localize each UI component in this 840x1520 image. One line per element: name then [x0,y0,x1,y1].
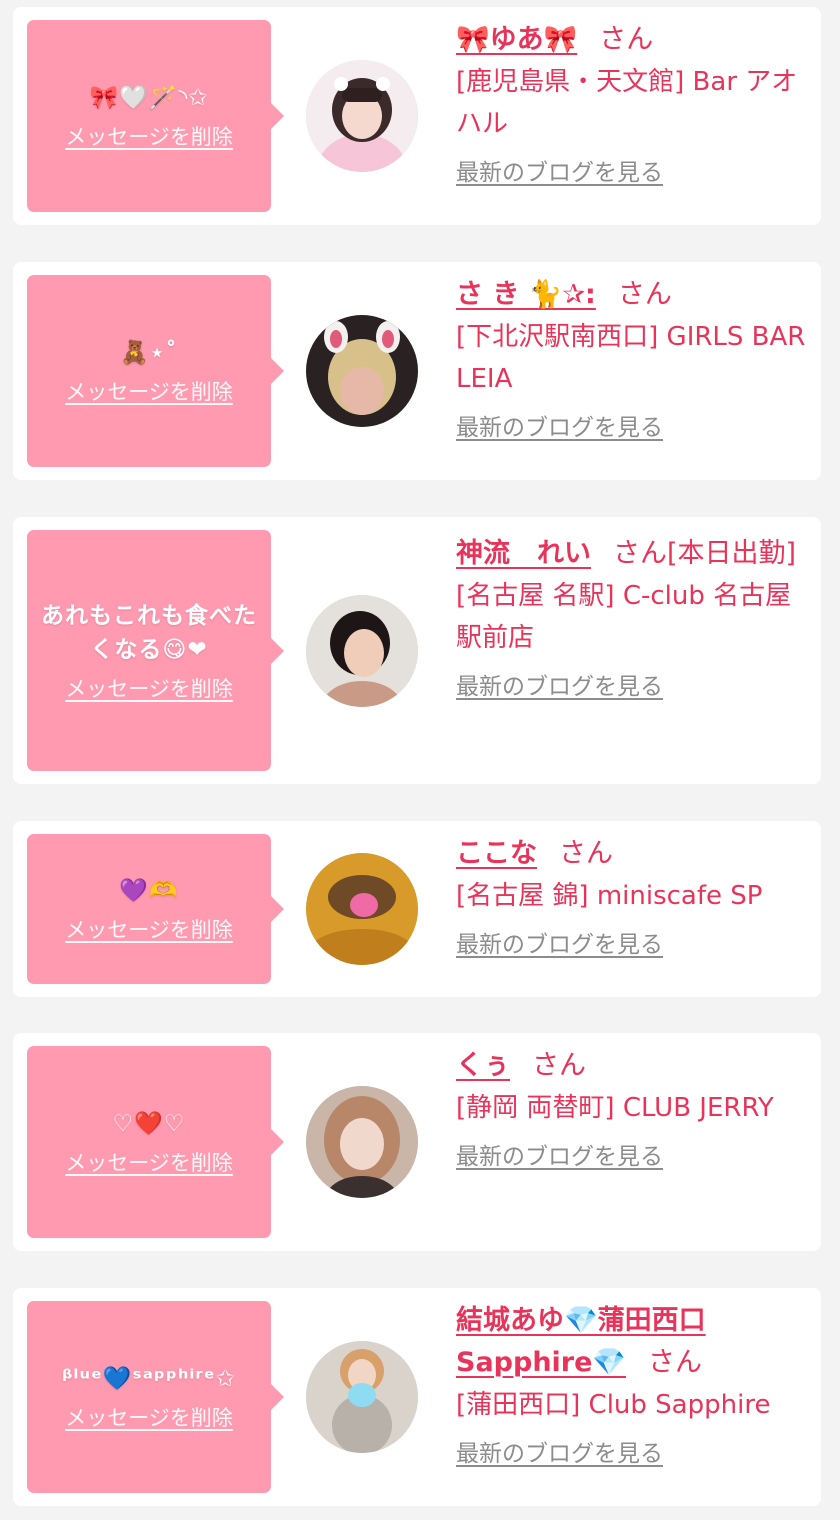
avatar-photo [306,1341,418,1453]
cast-name-link[interactable]: ここな [456,838,537,869]
avatar[interactable] [306,60,418,172]
cast-name-link[interactable]: 神流 れい [456,538,591,569]
delete-message-button[interactable]: メッセージを削除 [65,378,233,406]
latest-blog-link[interactable]: 最新のブログを見る [456,414,663,442]
message-bubble: ᵝˡᵘᵉ💙ˢᵃᵖᵖʰⁱʳᵉ✩ メッセージを削除 [27,1301,284,1493]
message-bubble: 🎀🤍🪄◝✩ メッセージを削除 [27,20,284,212]
delete-message-button[interactable]: メッセージを削除 [65,916,233,944]
shop-name: [名古屋 錦] miniscafe SP [456,881,763,911]
message-card: あれもこれも食べたくなる😋❤ メッセージを削除 神流 れい さん[本日出勤] [名… [13,517,821,784]
latest-blog-link[interactable]: 最新のブログを見る [456,931,663,959]
avatar[interactable] [306,595,418,707]
shop-name: [蒲田西口] Club Sapphire [456,1390,771,1420]
cast-info: 神流 れい さん[本日出勤] [名古屋 名駅] C-club 名古屋駅前店 最新の… [456,533,806,701]
message-card: 🧸⋆˚ メッセージを削除 さ き 🐈✰: さん [下北沢駅南西口] GIRLS B… [13,262,821,480]
latest-blog-link[interactable]: 最新のブログを見る [456,1143,663,1171]
name-row: さ き 🐈✰: さん [456,274,806,316]
shop-name: [名古屋 名駅] C-club 名古屋駅前店 [456,581,792,653]
name-row: 🎀ゆあ🎀 さん [456,19,806,61]
cast-name-link[interactable]: さ き 🐈✰: [456,279,596,310]
avatar[interactable] [306,1341,418,1453]
name-suffix: [本日出勤] [667,538,797,569]
avatar-photo [306,595,418,707]
delete-message-button[interactable]: メッセージを削除 [65,1149,233,1177]
message-bubble: ♡❤️♡ メッセージを削除 [27,1046,284,1238]
message-text: 🧸⋆˚ [120,340,178,366]
message-card: 🎀🤍🪄◝✩ メッセージを削除 🎀ゆあ🎀 さん [鹿児島県・天文館] Bar アオハ… [13,7,821,225]
honorific-label: さん [532,1050,586,1081]
honorific-label: さん [648,1347,703,1378]
avatar[interactable] [306,315,418,427]
latest-blog-link[interactable]: 最新のブログを見る [456,673,663,701]
latest-blog-link[interactable]: 最新のブログを見る [456,159,663,187]
avatar-photo [306,1086,418,1198]
latest-blog-link[interactable]: 最新のブログを見る [456,1440,663,1468]
message-card: 💜🫶 メッセージを削除 ここな さん [名古屋 錦] miniscafe SP 最… [13,821,821,997]
cast-name-link[interactable]: くぅ [456,1050,510,1081]
shop-name: [鹿児島県・天文館] Bar アオハル [456,67,798,139]
message-bubble: 🧸⋆˚ メッセージを削除 [27,275,284,467]
honorific-label: さん [559,838,613,869]
avatar[interactable] [306,1086,418,1198]
cast-name-link[interactable]: 🎀ゆあ🎀 [456,24,577,55]
message-card: ♡❤️♡ メッセージを削除 くぅ さん [静岡 両替町] CLUB JERRY 最… [13,1033,821,1251]
avatar-photo [306,60,418,172]
message-text: ᵝˡᵘᵉ💙ˢᵃᵖᵖʰⁱʳᵉ✩ [62,1366,236,1392]
honorific-label: さん [617,279,672,310]
message-bubble: 💜🫶 メッセージを削除 [27,834,284,984]
avatar[interactable] [306,853,418,965]
delete-message-button[interactable]: メッセージを削除 [65,123,233,151]
message-text: ♡❤️♡ [112,1111,186,1137]
avatar-photo [306,853,418,965]
name-row: ここな さん [456,833,806,875]
message-text: 💜🫶 [119,878,179,904]
delete-message-button[interactable]: メッセージを削除 [65,1404,233,1432]
message-bubble: あれもこれも食べたくなる😋❤ メッセージを削除 [27,530,284,771]
shop-name: [下北沢駅南西口] GIRLS BAR LEIA [456,322,806,394]
shop-name: [静岡 両替町] CLUB JERRY [456,1093,774,1123]
message-card: ᵝˡᵘᵉ💙ˢᵃᵖᵖʰⁱʳᵉ✩ メッセージを削除 結城あゆ💎蒲田西口Sapphir… [13,1288,821,1506]
name-row: くぅ さん [456,1045,806,1087]
cast-info: 🎀ゆあ🎀 さん [鹿児島県・天文館] Bar アオハル 最新のブログを見る [456,19,806,187]
name-row: 結城あゆ💎蒲田西口Sapphire💎 さん [456,1300,806,1384]
cast-info: ここな さん [名古屋 錦] miniscafe SP 最新のブログを見る [456,833,806,959]
name-row: 神流 れい さん[本日出勤] [456,533,806,575]
delete-message-button[interactable]: メッセージを削除 [65,675,233,703]
message-list: 🎀🤍🪄◝✩ メッセージを削除 🎀ゆあ🎀 さん [鹿児島県・天文館] Bar アオハ… [0,0,840,1520]
avatar-photo [306,315,418,427]
honorific-label: さん [613,538,667,569]
cast-info: くぅ さん [静岡 両替町] CLUB JERRY 最新のブログを見る [456,1045,806,1171]
message-text: あれもこれも食べたくなる😋❤ [41,602,257,663]
honorific-label: さん [599,24,654,55]
cast-info: さ き 🐈✰: さん [下北沢駅南西口] GIRLS BAR LEIA 最新のブロ… [456,274,806,442]
cast-info: 結城あゆ💎蒲田西口Sapphire💎 さん [蒲田西口] Club Sapphir… [456,1300,806,1468]
message-text: 🎀🤍🪄◝✩ [89,85,209,111]
